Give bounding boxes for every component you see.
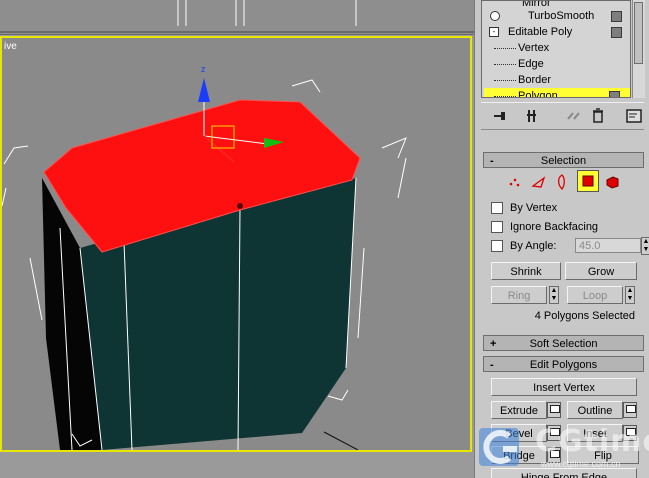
stack-toolbar bbox=[481, 102, 644, 130]
extrude-settings-icon[interactable] bbox=[547, 402, 561, 418]
ignore-backfacing-checkbox[interactable] bbox=[491, 221, 503, 233]
viewport-top-wireframe bbox=[0, 0, 474, 33]
modifier-stack-list[interactable]: Mirror TurboSmooth - Editable Poly Verte… bbox=[481, 0, 631, 98]
viewport-top-strip bbox=[0, 0, 474, 35]
watermark-text: CGtime bbox=[535, 424, 649, 459]
make-unique-icon[interactable] bbox=[565, 107, 583, 125]
angle-spinner[interactable]: ▲ ▼ bbox=[641, 237, 649, 255]
by-angle-label: By Angle: bbox=[510, 240, 557, 252]
vertex-icon[interactable] bbox=[505, 172, 525, 192]
loop-button[interactable]: Loop bbox=[567, 286, 623, 304]
ignore-backfacing-label: Ignore Backfacing bbox=[510, 221, 599, 233]
rollout-toggle-sign: + bbox=[490, 338, 497, 350]
tree-branch-line bbox=[494, 64, 516, 65]
polygon-icon[interactable] bbox=[578, 171, 598, 191]
remove-modifier-icon[interactable] bbox=[589, 107, 607, 125]
stack-item-editable-poly[interactable]: - Editable Poly bbox=[488, 24, 628, 40]
face-center-marker bbox=[237, 203, 243, 209]
stack-item-polygon[interactable]: Polygon bbox=[484, 88, 630, 98]
gizmo-z-label: z bbox=[201, 64, 206, 74]
rollout-title: Edit Polygons bbox=[529, 359, 598, 371]
cgtime-logo-icon bbox=[479, 428, 519, 466]
soft-selection-rollout-header[interactable]: + Soft Selection bbox=[483, 335, 644, 351]
element-icon[interactable] bbox=[603, 172, 623, 192]
modifier-toggle-icon[interactable] bbox=[611, 11, 622, 22]
watermark: CGtime www.cgtime.com.cn bbox=[475, 418, 649, 478]
extrude-button[interactable]: Extrude bbox=[491, 401, 547, 419]
tree-branch-line bbox=[494, 96, 516, 97]
stack-item-label: TurboSmooth bbox=[528, 10, 595, 22]
by-angle-row[interactable]: By Angle: 45.0 ▲ ▼ bbox=[491, 237, 649, 255]
stack-item-label: Polygon bbox=[518, 90, 558, 98]
command-panel: Mirror TurboSmooth - Editable Poly Verte… bbox=[474, 0, 649, 478]
selection-status: 4 Polygons Selected bbox=[534, 310, 635, 322]
loop-spinner[interactable]: ▲ ▼ bbox=[625, 286, 635, 304]
subobject-level-icons bbox=[505, 170, 625, 194]
rollout-title: Selection bbox=[540, 155, 587, 167]
stack-item-label: Border bbox=[518, 74, 552, 86]
border-icon[interactable] bbox=[553, 172, 573, 192]
ring-button[interactable]: Ring bbox=[491, 286, 547, 304]
angle-threshold-field[interactable]: 45.0 bbox=[575, 238, 641, 253]
viewport-bottom-strip bbox=[0, 452, 474, 478]
stack-item-label: Edge bbox=[518, 58, 544, 70]
bulb-icon[interactable] bbox=[490, 11, 500, 21]
by-angle-checkbox[interactable] bbox=[491, 240, 503, 252]
stack-item-turbosmooth[interactable]: TurboSmooth bbox=[488, 8, 628, 24]
stack-item-label: Editable Poly bbox=[508, 26, 573, 38]
collapse-minus-icon[interactable]: - bbox=[489, 27, 499, 37]
viewport-scene[interactable]: z bbox=[2, 38, 470, 450]
gizmo-z-arrow-icon[interactable] bbox=[198, 78, 210, 102]
selection-rollout-header[interactable]: - Selection bbox=[483, 152, 644, 168]
perspective-viewport[interactable]: z ive bbox=[0, 36, 472, 452]
outline-settings-icon[interactable] bbox=[623, 402, 637, 418]
outline-button[interactable]: Outline bbox=[567, 401, 623, 419]
rollout-toggle-sign: - bbox=[490, 359, 494, 371]
rollout-title: Soft Selection bbox=[529, 338, 598, 350]
viewport-label[interactable]: ive bbox=[4, 41, 17, 52]
edit-polygons-rollout-header[interactable]: - Edit Polygons bbox=[483, 356, 644, 372]
by-vertex-label: By Vertex bbox=[510, 202, 558, 214]
stack-item-label: Vertex bbox=[518, 42, 550, 54]
modifier-toggle-icon[interactable] bbox=[611, 27, 622, 38]
stack-scrollbar-thumb[interactable] bbox=[634, 2, 643, 64]
show-end-result-icon[interactable] bbox=[523, 107, 541, 125]
modifier-toggle-icon[interactable] bbox=[609, 91, 620, 97]
edge-icon[interactable] bbox=[529, 172, 549, 192]
tree-branch-line bbox=[494, 80, 516, 81]
stack-scrollbar[interactable] bbox=[632, 0, 645, 98]
configure-modifier-sets-icon[interactable] bbox=[625, 107, 643, 125]
tree-branch-line bbox=[494, 48, 516, 49]
rollout-toggle-sign: - bbox=[490, 155, 494, 167]
by-vertex-checkbox[interactable] bbox=[491, 202, 503, 214]
polygon-icon-active-frame bbox=[577, 170, 599, 192]
insert-vertex-button[interactable]: Insert Vertex bbox=[491, 378, 637, 396]
ring-spinner[interactable]: ▲ ▼ bbox=[549, 286, 559, 304]
watermark-url: www.cgtime.com.cn bbox=[541, 459, 621, 469]
shrink-button[interactable]: Shrink bbox=[491, 262, 561, 280]
grow-button[interactable]: Grow bbox=[565, 262, 637, 280]
pin-stack-icon[interactable] bbox=[491, 107, 509, 125]
